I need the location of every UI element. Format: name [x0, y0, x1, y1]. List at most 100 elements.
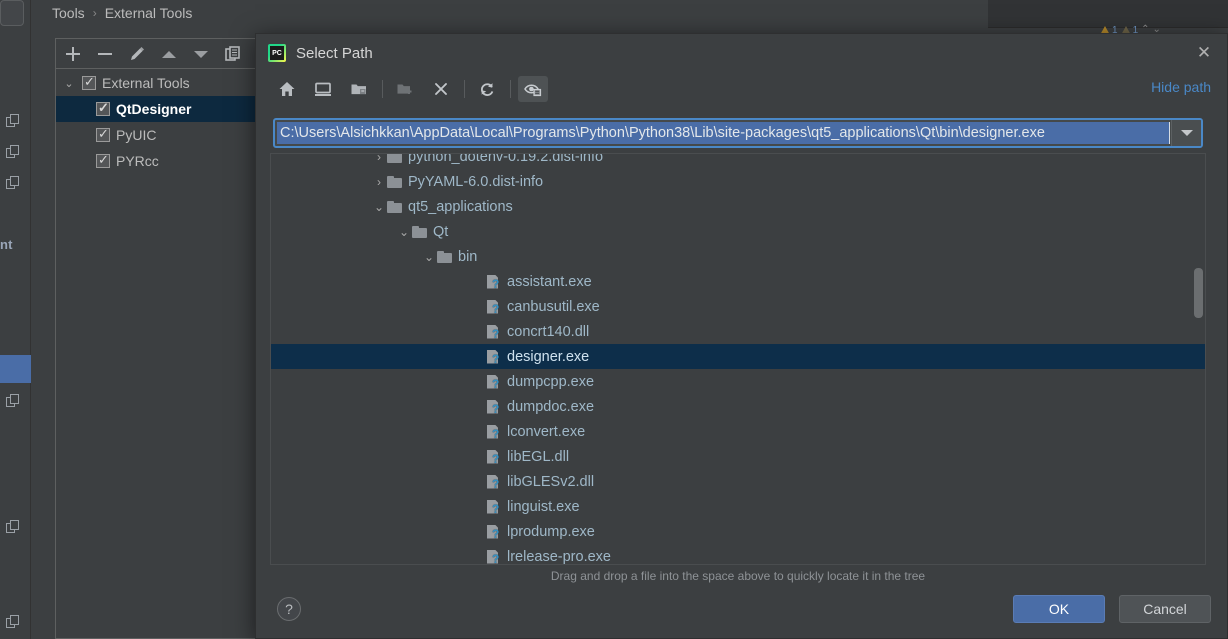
- file-tree-row[interactable]: ? linguist.exe: [271, 494, 1205, 519]
- file-tree-row[interactable]: ? libGLESv2.dll: [271, 469, 1205, 494]
- desktop-icon[interactable]: [308, 76, 338, 102]
- scrollbar-thumb[interactable]: [1194, 268, 1203, 318]
- file-tree-panel[interactable]: › python_dotenv-0.19.2.dist-info › PyYAML-6…: [270, 153, 1206, 565]
- unknown-file-icon: ?: [487, 449, 501, 465]
- file-tree-row[interactable]: ? canbusutil.exe: [271, 294, 1205, 319]
- tree-item-pyuic[interactable]: PyUIC: [56, 122, 278, 148]
- folder-drive-icon[interactable]: [344, 76, 374, 102]
- path-input[interactable]: C:\Users\Alsichkkan\AppData\Local\Progra…: [277, 122, 1170, 144]
- copy-icon[interactable]: [6, 114, 20, 128]
- file-tree-row-label: lconvert.exe: [507, 423, 586, 440]
- drag-and-drop-hint: Drag and drop a file into the space abov…: [550, 569, 926, 583]
- folder-icon: [412, 225, 427, 238]
- file-tree-row[interactable]: › python_dotenv-0.19.2.dist-info: [271, 153, 1205, 169]
- checkbox-pyuic[interactable]: [96, 126, 110, 142]
- tool-rail: nt: [0, 0, 31, 639]
- pycharm-logo-icon: [268, 44, 286, 62]
- close-icon[interactable]: ✕: [1195, 44, 1213, 62]
- file-tree-row[interactable]: ? concrt140.dll: [271, 319, 1205, 344]
- tree-item-label: PYRcc: [116, 153, 159, 169]
- delete-icon[interactable]: [426, 76, 456, 102]
- copy-icon[interactable]: [6, 176, 20, 190]
- file-tree-row[interactable]: ⌄ Qt: [271, 219, 1205, 244]
- file-tree-row[interactable]: › PyYAML-6.0.dist-info: [271, 169, 1205, 194]
- copy-tool-button[interactable]: [224, 45, 242, 63]
- dialog-title: Select Path: [296, 44, 373, 62]
- file-tree-row[interactable]: ⌄ qt5_applications: [271, 194, 1205, 219]
- file-tree-row-label: bin: [458, 248, 478, 265]
- folder-icon: [387, 154, 402, 163]
- copy-icon[interactable]: [6, 145, 20, 159]
- file-tree-row[interactable]: ? lconvert.exe: [271, 419, 1205, 444]
- chevron-down-icon[interactable]: ⌄: [421, 250, 437, 264]
- toolbar-separator: [510, 80, 511, 98]
- file-tree-row-label: dumpdoc.exe: [507, 398, 595, 415]
- file-tree-row-label: dumpcpp.exe: [507, 373, 595, 390]
- file-tree-row-label: assistant.exe: [507, 273, 592, 290]
- folder-icon: [387, 200, 402, 213]
- add-tool-button[interactable]: [64, 45, 82, 63]
- show-hidden-files-icon[interactable]: [518, 76, 548, 102]
- file-tree-row[interactable]: ? dumpdoc.exe: [271, 394, 1205, 419]
- unknown-file-icon: ?: [487, 499, 501, 515]
- chevron-down-icon[interactable]: ⌄: [396, 225, 412, 239]
- path-history-dropdown-icon[interactable]: [1171, 120, 1201, 146]
- dialog-footer: ? OK Cancel: [256, 588, 1228, 638]
- rail-selected-block[interactable]: [0, 355, 31, 383]
- file-tree-row[interactable]: ? lrelease-pro.exe: [271, 544, 1205, 565]
- breadcrumb-separator-icon: ›: [92, 6, 97, 20]
- hide-path-link[interactable]: Hide path: [1151, 79, 1211, 95]
- tree-item-external-tools[interactable]: ⌄ External Tools: [56, 70, 278, 96]
- file-tree-row-label: concrt140.dll: [507, 323, 590, 340]
- folder-icon: [437, 250, 452, 263]
- ok-button[interactable]: OK: [1013, 595, 1105, 623]
- unknown-file-icon: ?: [487, 349, 501, 365]
- unknown-file-icon: ?: [487, 374, 501, 390]
- checkbox-external-tools[interactable]: [82, 74, 96, 90]
- cancel-button[interactable]: Cancel: [1119, 595, 1211, 623]
- checkbox-qtdesigner[interactable]: [96, 100, 110, 116]
- copy-icon[interactable]: [6, 394, 20, 408]
- file-tree-row[interactable]: ? libEGL.dll: [271, 444, 1205, 469]
- chevron-right-icon[interactable]: ›: [371, 175, 387, 189]
- file-tree-row-label: qt5_applications: [408, 198, 513, 215]
- file-tree-row[interactable]: ? dumpcpp.exe: [271, 369, 1205, 394]
- breadcrumb-current: External Tools: [104, 5, 193, 21]
- file-tree-row[interactable]: ? lprodump.exe: [271, 519, 1205, 544]
- file-tree-row-label: lrelease-pro.exe: [507, 548, 611, 565]
- dialog-toolbar: Hide path: [256, 72, 1227, 106]
- file-tree-row-label: python_dotenv-0.19.2.dist-info: [408, 153, 604, 165]
- copy-icon[interactable]: [6, 615, 20, 629]
- checkbox-pyrcc[interactable]: [96, 152, 110, 168]
- folder-icon: [387, 175, 402, 188]
- dialog-titlebar[interactable]: Select Path ✕: [256, 34, 1227, 72]
- breadcrumb: Tools › External Tools: [52, 2, 192, 24]
- path-input-wrapper[interactable]: C:\Users\Alsichkkan\AppData\Local\Progra…: [273, 118, 1203, 148]
- new-folder-icon[interactable]: [390, 76, 420, 102]
- file-tree-row[interactable]: ? assistant.exe: [271, 269, 1205, 294]
- move-down-button[interactable]: [192, 45, 210, 63]
- remove-tool-button[interactable]: [96, 45, 114, 63]
- external-tools-tree: ⌄ External Tools QtDesigner PyUIC PYRcc: [56, 69, 278, 174]
- help-button[interactable]: ?: [277, 597, 301, 621]
- home-icon[interactable]: [272, 76, 302, 102]
- file-tree-row-label: linguist.exe: [507, 498, 580, 515]
- file-tree-scrollbar[interactable]: [1194, 156, 1203, 562]
- unknown-file-icon: ?: [487, 274, 501, 290]
- move-up-button[interactable]: [160, 45, 178, 63]
- edit-tool-button[interactable]: [128, 45, 146, 63]
- tree-item-qtdesigner[interactable]: QtDesigner: [56, 96, 278, 122]
- file-tree-row-selected[interactable]: ? designer.exe: [271, 344, 1205, 369]
- external-tools-toolbar: [56, 39, 278, 69]
- toolbar-separator: [382, 80, 383, 98]
- file-tree-row[interactable]: ⌄ bin: [271, 244, 1205, 269]
- refresh-icon[interactable]: [472, 76, 502, 102]
- file-tree-row-label: lprodump.exe: [507, 523, 595, 540]
- tree-item-pyrcc[interactable]: PYRcc: [56, 148, 278, 174]
- chevron-right-icon[interactable]: ›: [371, 154, 387, 164]
- breadcrumb-root[interactable]: Tools: [52, 5, 85, 21]
- rail-top-button[interactable]: [0, 0, 24, 26]
- copy-icon[interactable]: [6, 520, 20, 534]
- chevron-down-icon[interactable]: ⌄: [62, 77, 76, 90]
- chevron-down-icon[interactable]: ⌄: [371, 200, 387, 214]
